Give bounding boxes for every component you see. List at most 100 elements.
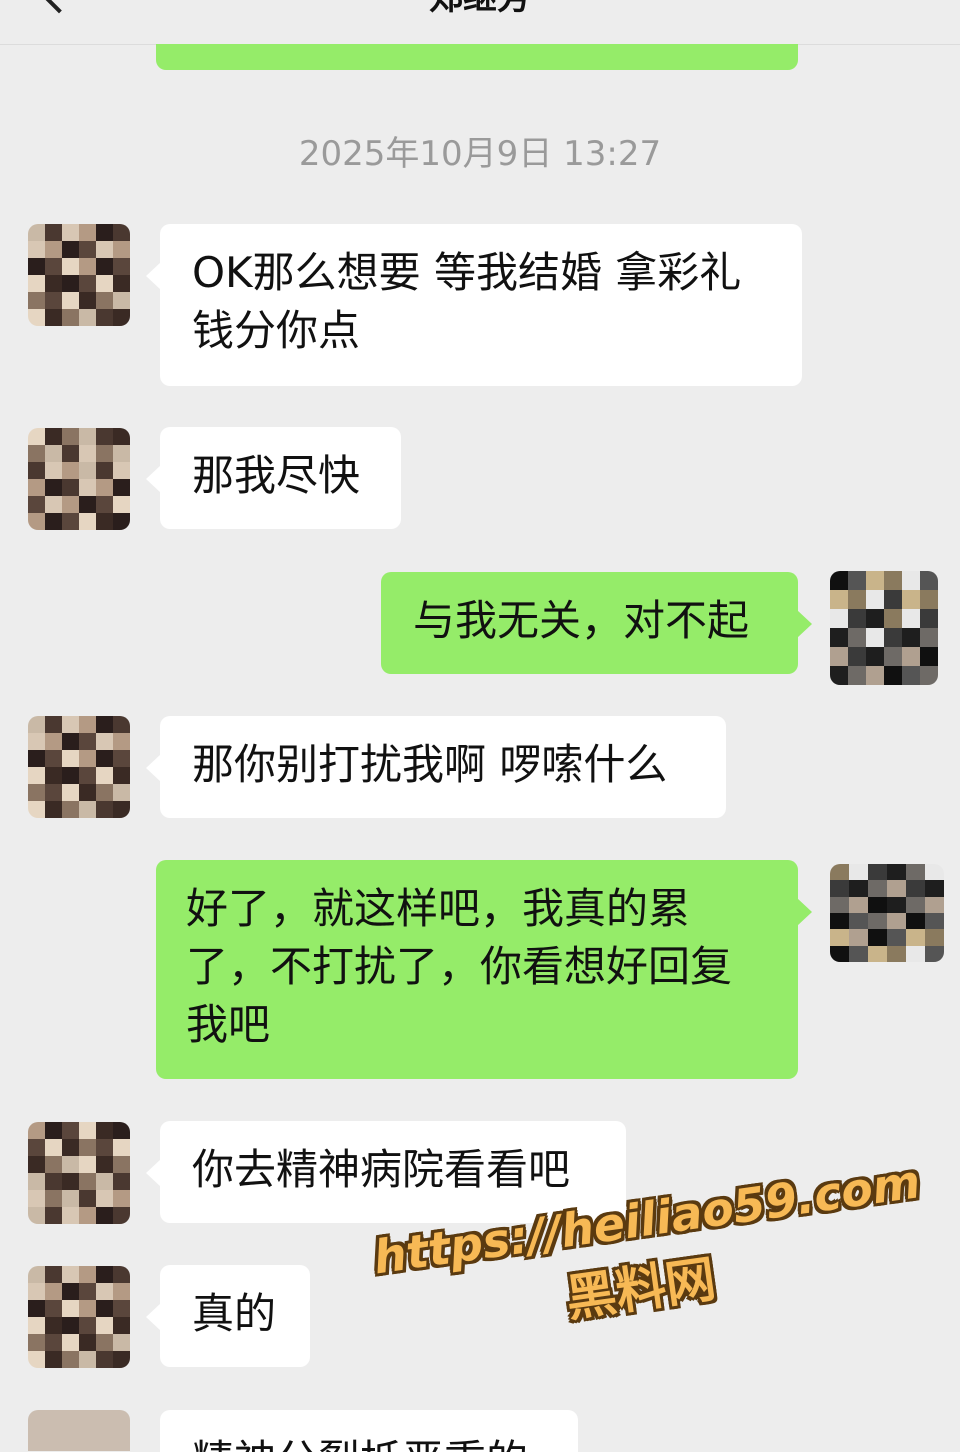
avatar-pixel (45, 1334, 62, 1351)
avatar-pixel (884, 628, 902, 647)
contact-avatar[interactable] (28, 1410, 130, 1451)
avatar-pixel (866, 571, 884, 590)
incoming-message[interactable]: 那我尽快 (146, 427, 401, 529)
contact-avatar[interactable] (28, 1266, 130, 1368)
avatar-pixel (868, 896, 887, 913)
avatar-pixel (79, 1283, 96, 1300)
avatar-pixel (62, 1156, 79, 1173)
avatar-pixel (113, 275, 130, 292)
avatar-pixel (866, 666, 884, 685)
avatar-pixel (79, 292, 96, 309)
avatar-pixel (96, 428, 113, 445)
avatar-pixel (906, 945, 925, 962)
avatar-pixel (96, 258, 113, 275)
avatar-pixel (96, 1317, 113, 1334)
avatar-pixel (45, 1190, 62, 1207)
avatar-pixel (62, 224, 79, 241)
contact-avatar[interactable] (28, 1122, 130, 1224)
outgoing-message[interactable]: 好了，就这样吧，我真的累了，不打扰了，你看想好回复我吧 (156, 860, 812, 1079)
avatar-pixel (28, 513, 45, 530)
avatar-pixel (79, 1317, 96, 1334)
avatar-pixel (28, 1300, 45, 1317)
avatar-pixel (920, 647, 938, 666)
avatar-pixel (96, 224, 113, 241)
contact-avatar[interactable] (28, 716, 130, 818)
avatar-pixel (79, 1139, 96, 1156)
avatar-pixel (113, 784, 130, 801)
my-avatar[interactable] (830, 864, 944, 962)
avatar-pixel (96, 1300, 113, 1317)
avatar-pixel (113, 309, 130, 326)
avatar-pixel (62, 428, 79, 445)
avatar-pixel (113, 496, 130, 513)
avatar-pixel (45, 258, 62, 275)
avatar-pixel (28, 275, 45, 292)
avatar-pixel (96, 1122, 113, 1139)
avatar-pixel (62, 801, 79, 818)
avatar-pixel (28, 1207, 45, 1224)
avatar-pixel (866, 647, 884, 666)
avatar-pixel (96, 1190, 113, 1207)
avatar-pixel (113, 1334, 130, 1351)
avatar-pixel (887, 945, 906, 962)
avatar-pixel (902, 590, 920, 609)
avatar-pixel (848, 609, 866, 628)
avatar-pixel (45, 1122, 62, 1139)
avatar-pixel (79, 445, 96, 462)
avatar-pixel (62, 1190, 79, 1207)
avatar-pixel (96, 275, 113, 292)
avatar-pixel (902, 647, 920, 666)
avatar-pixel (96, 513, 113, 530)
avatar-pixel (62, 1207, 79, 1224)
avatar-pixel (884, 666, 902, 685)
avatar-pixel (920, 628, 938, 647)
avatar-pixel (848, 647, 866, 666)
avatar-pixel (28, 258, 45, 275)
avatar-pixel (902, 571, 920, 590)
avatar-pixel (62, 1266, 79, 1283)
avatar-pixel (62, 1351, 79, 1368)
my-avatar[interactable] (830, 571, 938, 685)
avatar-pixel (28, 241, 45, 258)
avatar-pixel (906, 913, 925, 930)
avatar-pixel (45, 716, 62, 733)
avatar-pixel (62, 784, 79, 801)
avatar-pixel (113, 513, 130, 530)
incoming-message[interactable]: 真的 (146, 1265, 310, 1367)
avatar-pixel (45, 1351, 62, 1368)
avatar-pixel (28, 428, 45, 445)
avatar-pixel (96, 784, 113, 801)
avatar-pixel (830, 647, 848, 666)
avatar-pixel (28, 750, 45, 767)
contact-avatar[interactable] (28, 224, 130, 326)
avatar-pixel (113, 1351, 130, 1368)
previous-message-bubble[interactable] (156, 44, 798, 70)
avatar-pixel (79, 767, 96, 784)
contact-avatar[interactable] (28, 428, 130, 530)
avatar-pixel (96, 1266, 113, 1283)
avatar-pixel (45, 496, 62, 513)
avatar-pixel (830, 609, 848, 628)
avatar-pixel (28, 292, 45, 309)
avatar-pixel (884, 609, 902, 628)
avatar-pixel (96, 767, 113, 784)
avatar-pixel (28, 1334, 45, 1351)
incoming-message[interactable]: 那你别打扰我啊 啰嗦什么 (146, 716, 726, 818)
avatar-pixel (79, 1122, 96, 1139)
avatar-pixel (62, 1173, 79, 1190)
avatar-pixel (45, 1300, 62, 1317)
avatar-pixel (96, 292, 113, 309)
avatar-pixel (45, 275, 62, 292)
incoming-message[interactable]: 精神分裂抵恶重的 (160, 1410, 578, 1452)
avatar-pixel (62, 767, 79, 784)
avatar-pixel (925, 864, 944, 881)
avatar-pixel (79, 496, 96, 513)
avatar-pixel (28, 445, 45, 462)
avatar-pixel (45, 224, 62, 241)
avatar-pixel (830, 628, 848, 647)
incoming-message[interactable]: OK那么想要 等我结婚 拿彩礼钱分你点 (146, 224, 802, 386)
avatar-pixel (906, 864, 925, 881)
avatar-pixel (920, 609, 938, 628)
avatar-pixel (925, 945, 944, 962)
outgoing-message[interactable]: 与我无关，对不起 (381, 572, 812, 674)
